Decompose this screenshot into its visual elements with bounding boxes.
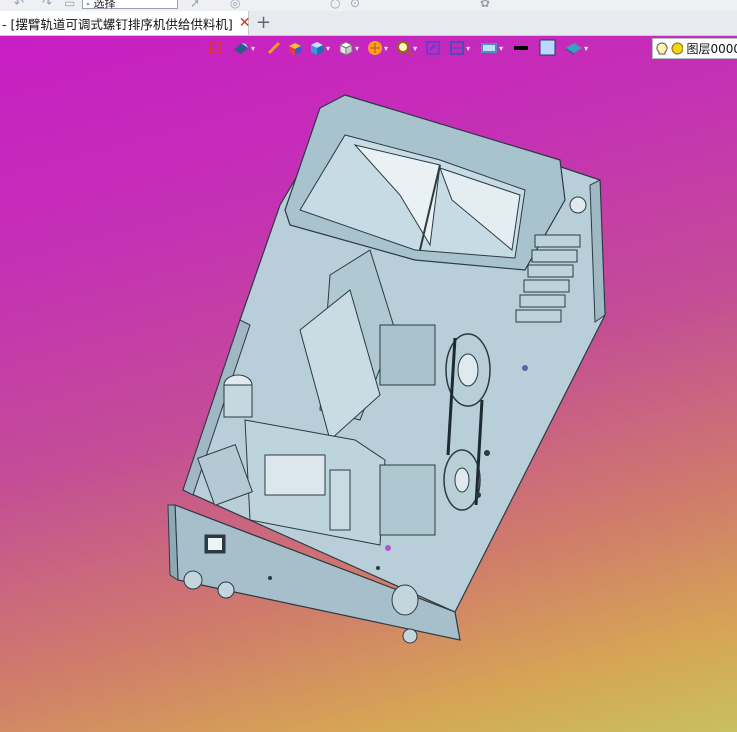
cube-white-icon[interactable]: ▾ <box>336 40 363 56</box>
render-sphere-icon[interactable]: ▾ <box>365 40 392 56</box>
add-tab-button[interactable]: + <box>256 12 271 33</box>
filter-icon[interactable]: ▭ <box>64 0 75 10</box>
chevron-down-icon[interactable]: ▾ <box>499 44 503 53</box>
chevron-down-icon[interactable]: ▾ <box>251 44 255 53</box>
line-color-icon[interactable] <box>509 40 529 56</box>
graphics-viewport[interactable] <box>0 36 737 732</box>
zoom-lens-icon[interactable]: ▾ <box>394 40 421 56</box>
circle-icon[interactable]: ○ <box>330 0 340 10</box>
arrow-icon[interactable]: ➚ <box>190 0 200 10</box>
undo-icon[interactable]: ↶ <box>14 0 24 10</box>
quick-access-toolbar: ↶ ↷ ▭ - 选择 ➚ ◎ ○ ⊙ ✿ <box>0 0 737 11</box>
document-tab-bar: - [摆臂轨道可调式螺钉排序机供给供料机] ✕ + <box>0 11 737 36</box>
selection-filter-combo[interactable]: - 选择 <box>82 0 178 9</box>
chevron-down-icon[interactable]: ▾ <box>413 44 417 53</box>
close-icon[interactable]: ✕ <box>239 15 251 31</box>
view-orient-icon[interactable]: ▾ <box>224 40 259 56</box>
pencil-icon[interactable] <box>261 41 281 55</box>
redo-icon[interactable]: ↷ <box>42 0 52 10</box>
sun-icon[interactable] <box>671 42 684 55</box>
cad-model[interactable] <box>0 36 737 732</box>
lightbulb-icon[interactable] <box>656 41 668 56</box>
layer-selector[interactable]: 图层0000 <box>652 38 737 59</box>
layer-shape-icon[interactable]: ▾ <box>559 40 592 56</box>
chevron-down-icon[interactable]: ▾ <box>355 44 359 53</box>
display-mode-icon[interactable]: ▾ <box>476 40 507 56</box>
tab-title: - [摆臂轨道可调式螺钉排序机供给供料机] <box>2 16 233 32</box>
cube-blue-icon[interactable]: ▾ <box>305 40 334 56</box>
shaded-box-icon[interactable] <box>283 40 303 56</box>
chevron-down-icon[interactable]: ▾ <box>466 44 470 53</box>
section-icon[interactable]: ▾ <box>443 40 474 56</box>
snap-icon[interactable]: ◎ <box>230 0 240 10</box>
layer-name: 图层0000 <box>686 42 737 56</box>
face-color-icon[interactable] <box>531 39 557 57</box>
chevron-down-icon[interactable]: ▾ <box>584 44 588 53</box>
chevron-down-icon[interactable]: ▾ <box>326 44 330 53</box>
chevron-down-icon[interactable]: ▾ <box>384 44 388 53</box>
tab-document[interactable]: - [摆臂轨道可调式螺钉排序机供给供料机] ✕ <box>0 11 251 35</box>
gear-icon[interactable]: ✿ <box>480 0 490 10</box>
view-toolbar: ▾ ▾ ▾ ▾ ▾ ▾ ▾ ▾ <box>208 38 592 58</box>
rotate-view-icon[interactable] <box>423 40 441 56</box>
point-icon[interactable]: ⊙ <box>350 0 360 10</box>
exit-sketch-icon[interactable] <box>208 41 222 55</box>
